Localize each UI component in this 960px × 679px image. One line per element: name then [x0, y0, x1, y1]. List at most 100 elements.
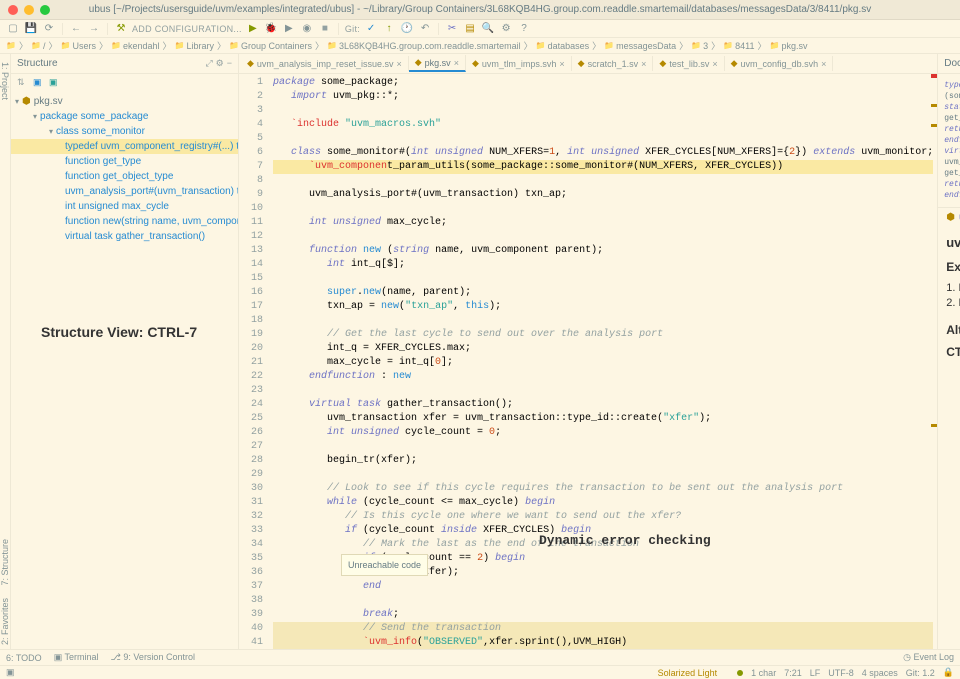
hide-icon[interactable]: − [227, 58, 232, 69]
code-line: break; [273, 608, 933, 622]
search-icon[interactable]: 🔍 [481, 22, 495, 36]
tree-root[interactable]: ▾ ⬢ pkg.sv [11, 94, 238, 109]
breadcrumb-item[interactable]: 📁8411 [723, 41, 754, 51]
code-line: uvm_transaction xfer = uvm_transaction::… [273, 412, 933, 426]
close-icon[interactable]: × [821, 59, 826, 69]
editor-tab[interactable]: ◆uvm_tlm_imps.svh× [466, 56, 572, 71]
refresh-icon[interactable]: ⟳ [42, 22, 56, 36]
close-button[interactable] [8, 5, 18, 15]
debug-icon[interactable]: 🐞 [264, 22, 278, 36]
editor-tab[interactable]: ◆uvm_config_db.svh× [725, 56, 834, 71]
tree-item[interactable]: ▾class some_monitor [11, 124, 238, 139]
open-icon[interactable]: ▢ [6, 22, 20, 36]
breadcrumb-item[interactable]: 📁pkg.sv [770, 41, 808, 51]
code-editor[interactable]: package some_package; import uvm_pkg::*;… [269, 74, 937, 649]
run-icon[interactable]: ▶ [246, 22, 260, 36]
sort-alpha-icon[interactable]: ⇅ [17, 77, 29, 89]
close-icon[interactable]: × [641, 59, 646, 69]
minimize-button[interactable] [24, 5, 34, 15]
status-icon[interactable]: ▣ [6, 667, 15, 678]
vcs-button[interactable]: ⎇ 9: Version Control [111, 652, 195, 663]
git-rollback-icon[interactable]: ↶ [418, 22, 432, 36]
tree-item[interactable]: function get_object_type [11, 169, 238, 184]
status-encoding[interactable]: UTF-8 [828, 668, 854, 678]
folder-icon: 📁 [770, 41, 780, 50]
breadcrumb-item[interactable]: 📁ekendahl [111, 41, 160, 51]
cut-icon[interactable]: ✂ [445, 22, 459, 36]
separator [62, 23, 63, 35]
breadcrumb-item[interactable]: 📁Group Containers [229, 41, 312, 51]
editor-tab[interactable]: ◆pkg.sv× [409, 55, 466, 72]
code-line [273, 440, 933, 454]
structure-title: Structure [17, 58, 58, 69]
close-icon[interactable]: × [454, 58, 459, 68]
folder-icon: 📁 [327, 41, 337, 50]
error-stripe[interactable] [931, 74, 937, 649]
event-log-button[interactable]: ◷ Event Log [903, 652, 954, 663]
close-icon[interactable]: × [396, 59, 401, 69]
tree-item[interactable]: uvm_analysis_port#(uvm_transaction) txn_… [11, 184, 238, 199]
help-icon[interactable]: ? [517, 22, 531, 36]
doc-subtitle: Expanded macro view: [946, 260, 960, 274]
hammer-icon[interactable]: ⚒ [114, 22, 128, 36]
editor-tab[interactable]: ◆uvm_analysis_imp_reset_issue.sv× [241, 56, 409, 71]
breadcrumb-item[interactable]: 📁3 [691, 41, 708, 51]
editor-tab[interactable]: ◆test_lib.sv× [653, 56, 724, 71]
project-tool-button[interactable]: 1: Project [0, 58, 10, 104]
tree-item[interactable]: virtual task gather_transaction() [11, 229, 238, 244]
tree-item[interactable]: int unsigned max_cycle [11, 199, 238, 214]
code-line [273, 594, 933, 608]
folder-icon: 📁 [229, 41, 239, 50]
tree-item[interactable]: function get_type [11, 154, 238, 169]
terminal-button[interactable]: ▣ Terminal [54, 652, 99, 663]
profile-icon[interactable]: ◉ [300, 22, 314, 36]
line-number: 28 [239, 454, 263, 468]
structure-tool-button[interactable]: 7: Structure [0, 535, 10, 590]
breadcrumb-item[interactable]: 📁/ [31, 41, 45, 51]
file-icon: ⬢ [22, 96, 31, 107]
tree-item[interactable]: function new(string name, uvm_component … [11, 214, 238, 229]
git-update-icon[interactable]: ✓ [364, 22, 378, 36]
breadcrumb-item[interactable]: 📁databases [536, 41, 590, 51]
chevron-right-icon: 〉 [315, 39, 324, 52]
breadcrumb-bar: 📁〉📁/〉📁Users〉📁ekendahl〉📁Library〉📁Group Co… [0, 38, 960, 54]
gear-icon[interactable]: ⚙ [216, 58, 224, 69]
breadcrumb-root[interactable]: 📁 [6, 41, 16, 50]
filter-icon[interactable]: ▣ [33, 77, 45, 89]
git-history-icon[interactable]: 🕐 [400, 22, 414, 36]
breadcrumb-item[interactable]: 📁Library [175, 41, 214, 51]
tree-item[interactable]: typedef uvm_component_registry#(...) typ… [11, 139, 238, 154]
move-icon[interactable]: ⤢ [205, 58, 212, 69]
line-number: 34 [239, 538, 263, 552]
maximize-button[interactable] [40, 5, 50, 15]
breadcrumb-item[interactable]: 📁Users [60, 41, 95, 51]
folder-icon: 📁 [175, 41, 185, 50]
settings-icon[interactable]: ⚙ [499, 22, 513, 36]
status-theme[interactable]: Solarized Light [658, 668, 718, 678]
tree-item[interactable]: ▾package some_package [11, 109, 238, 124]
forward-icon[interactable]: → [87, 22, 101, 36]
expand-icon[interactable]: ▣ [49, 77, 61, 89]
back-icon[interactable]: ← [69, 22, 83, 36]
git-commit-icon[interactable]: ↑ [382, 22, 396, 36]
status-indent[interactable]: 4 spaces [862, 668, 898, 678]
save-icon[interactable]: 💾 [24, 22, 38, 36]
lock-icon[interactable]: 🔒 [943, 667, 954, 678]
todo-button[interactable]: 6: TODO [6, 653, 42, 663]
doc-step-1: 1. Place caret on macro [946, 282, 960, 294]
close-icon[interactable]: × [712, 59, 717, 69]
add-configuration-button[interactable]: ADD CONFIGURATION... [132, 24, 242, 34]
status-line-sep[interactable]: LF [810, 668, 821, 678]
close-icon[interactable]: × [559, 59, 564, 69]
paste-icon[interactable]: ▤ [463, 22, 477, 36]
status-git[interactable]: Git: 1.2 [906, 668, 935, 678]
coverage-icon[interactable]: ▶ [282, 22, 296, 36]
breadcrumb-item[interactable]: 📁messagesData [604, 41, 676, 51]
status-position[interactable]: 7:21 [784, 668, 802, 678]
favorites-tool-button[interactable]: 2: Favorites [0, 594, 10, 649]
stop-icon[interactable]: ■ [318, 22, 332, 36]
line-number: 31 [239, 496, 263, 510]
file-icon: ◆ [247, 58, 254, 69]
editor-tab[interactable]: ◆scratch_1.sv× [572, 56, 654, 71]
breadcrumb-item[interactable]: 📁3L68KQB4HG.group.com.readdle.smartemail [327, 41, 521, 51]
